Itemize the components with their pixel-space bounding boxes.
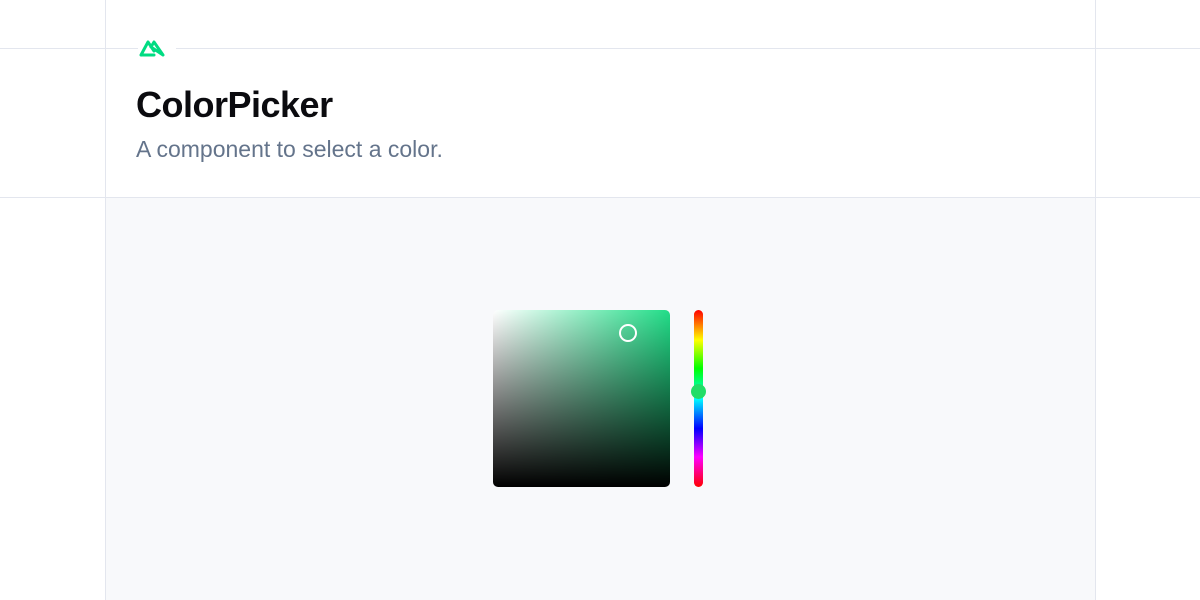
- page-header: ColorPicker A component to select a colo…: [106, 0, 1095, 197]
- hue-slider[interactable]: [691, 310, 706, 487]
- nuxt-logo-icon: [138, 35, 176, 59]
- saturation-value-thumb[interactable]: [619, 324, 637, 342]
- component-preview: [106, 198, 1095, 600]
- page-subtitle: A component to select a color.: [136, 136, 443, 162]
- hue-slider-thumb[interactable]: [691, 384, 706, 399]
- saturation-value-area[interactable]: [493, 310, 670, 487]
- page: ColorPicker A component to select a colo…: [0, 0, 1200, 600]
- guide-line-right: [1095, 0, 1096, 600]
- page-title: ColorPicker: [136, 84, 333, 125]
